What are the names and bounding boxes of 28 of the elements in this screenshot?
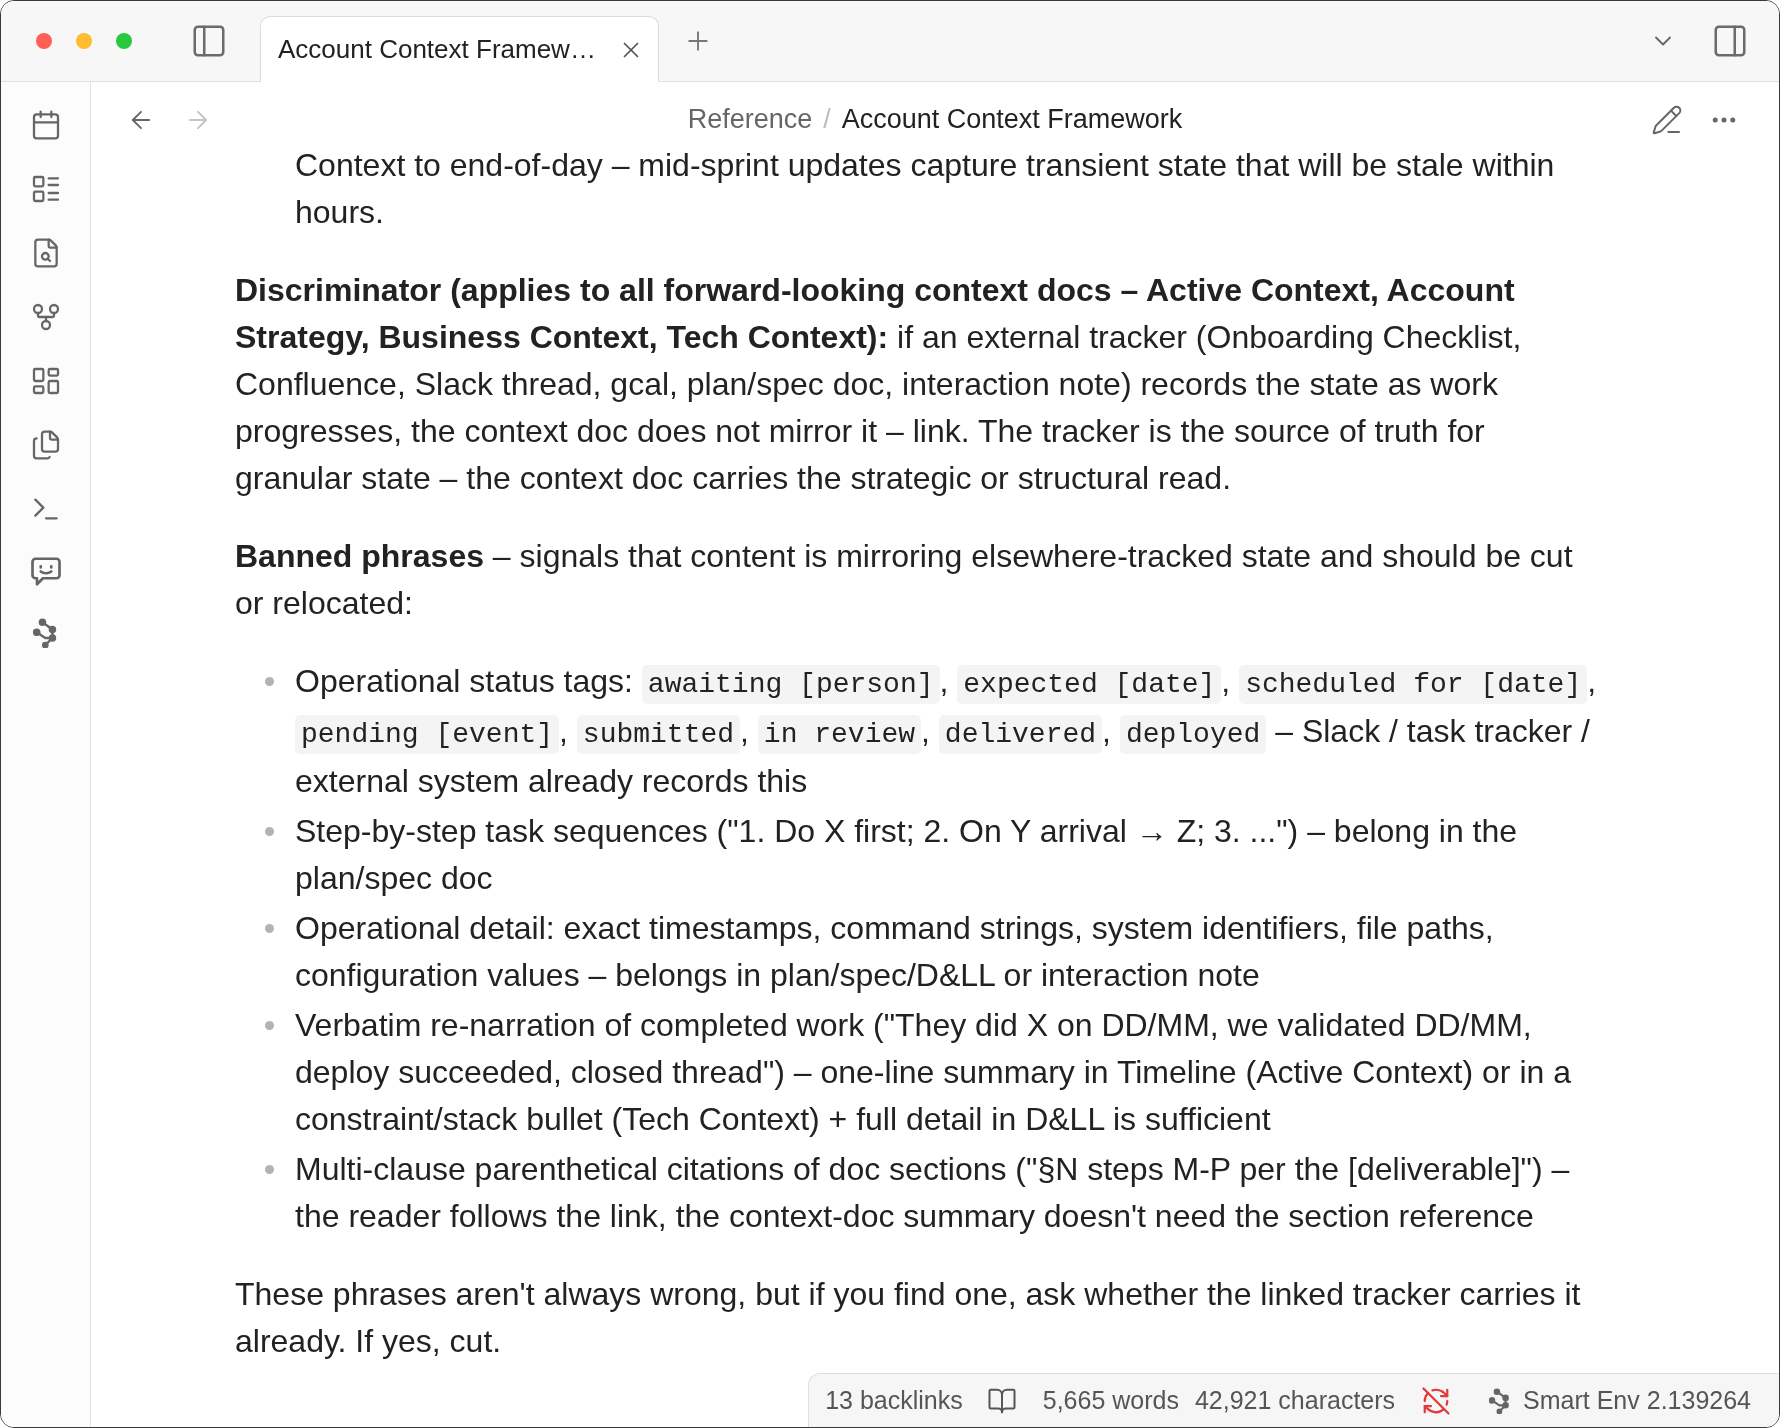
tab[interactable]: Account Context Framew…: [260, 16, 659, 82]
word-count: 5,665 words: [1042, 1384, 1179, 1416]
paragraph: These phrases aren't always wrong, but if you find one, ask whether the linked tracker carries it already. If yes, cut.: [235, 1275, 1582, 1361]
list-item-text: Operational status tags: awaiting [person] , expected [date] , scheduled for [date] , pending [event] , submitted , in review , delivered , deployed – Slack / task tracker / external system already records this: [295, 662, 1598, 801]
bullet-icon: [265, 1021, 274, 1030]
list-item-text: Operational detail: exact timestamps, command strings, system identifiers, file paths, configuration values – belongs in plan/spec/D&LL or interaction note: [295, 909, 1495, 995]
chat-smile-icon[interactable]: [30, 557, 61, 586]
list-item-text: Multi-clause parenthetical citations of doc sections ("§N steps M-P per the [deliverable]") – the reader follows the link, the context-doc summary doesn't need the section reference: [295, 1150, 1571, 1236]
backlinks-count[interactable]: 13 backlinks: [825, 1381, 963, 1420]
breadcrumb-separator: /: [823, 104, 831, 135]
list-item-text: Verbatim re-narration of completed work ("They did X on DD/MM, we validated DD/MM, deploy succeeded, closed thread") – one-line summary in Timeline (Active Context) or in a constraint/stack bullet (Tech Context) + full detail in D&LL is sufficient: [295, 1006, 1572, 1139]
character-count: 42,921 characters: [1194, 1384, 1396, 1416]
window-close-icon[interactable]: [36, 32, 52, 49]
list-item-text: Step-by-step task sequences ("1. Do X first; 2. On Y arrival → Z; 3. ...") – belong in the plan/spec doc: [295, 812, 1519, 898]
paragraph: Discriminator (applies to all forward-looking context docs – Active Context, Account Strategy, Business Context, Tech Context): if an external tracker (Onboarding Checklist, Confluence, Slack thread, gcal, plan/spec doc, interaction note) records the state as work progresses, the context doc does not mirror it – link. The tracker is the source of truth for granular state – the context doc carries the strategic or structural read.: [235, 271, 1523, 498]
edit-icon[interactable]: [1651, 103, 1683, 136]
sync-off-icon[interactable]: [1421, 1385, 1452, 1416]
bullet-icon: [265, 1165, 274, 1174]
paragraph: Banned phrases – signals that content is mirroring elsewhere-tracked state and should be cut or relocated:: [235, 537, 1574, 623]
note-title[interactable]: Account Context Framework: [841, 104, 1183, 135]
list-item-text: Context to end-of-day – mid-sprint updates capture transient state that will be stale within hours.: [295, 146, 1556, 232]
bullet-icon: [265, 827, 274, 836]
plugin-status[interactable]: Smart Env 2.139264: [1523, 1381, 1751, 1420]
graph-icon[interactable]: [1489, 1387, 1512, 1414]
breadcrumb-link[interactable]: Reference: [687, 104, 813, 135]
bullet-icon: [265, 924, 274, 933]
graph-icon[interactable]: [32, 618, 59, 648]
bullet-icon: [265, 677, 274, 686]
